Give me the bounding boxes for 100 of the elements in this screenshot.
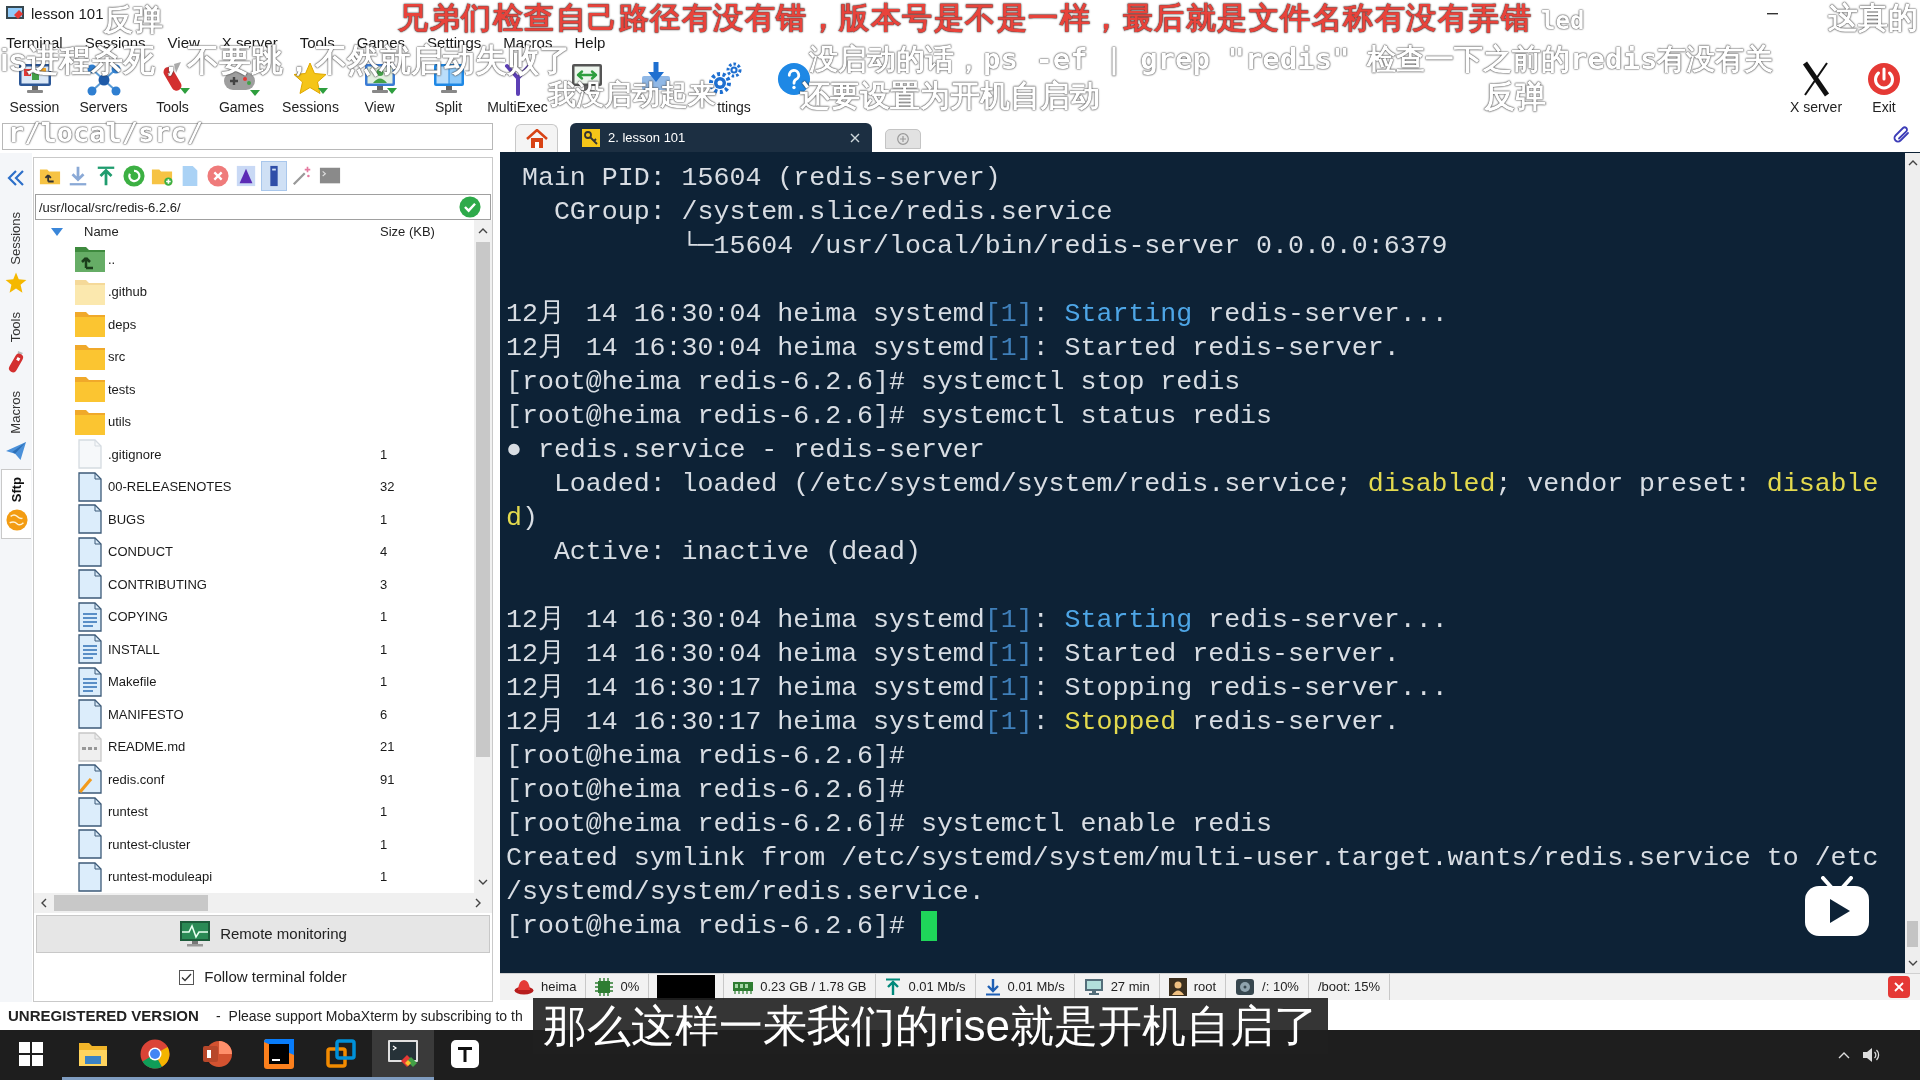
user-icon: [1168, 978, 1187, 996]
file-name[interactable]: COPYING: [108, 607, 168, 627]
column-header[interactable]: Size (KB): [380, 221, 435, 242]
danmaku-comment: 我没启动起来: [548, 79, 716, 110]
toolbar-label[interactable]: ttings: [717, 99, 751, 116]
double-chevron-icon[interactable]: [6, 168, 26, 188]
toolbar-label[interactable]: Tools: [156, 99, 189, 116]
redacted-block: [657, 974, 716, 1000]
toolbar-label[interactable]: MultiExec: [487, 99, 548, 116]
key-icon: [582, 128, 600, 147]
side-tab[interactable]: Tools: [1, 303, 31, 383]
chevron-down-icon[interactable]: [1907, 960, 1918, 966]
scroll-thumb[interactable]: [476, 242, 490, 757]
terminal-line: Created symlink from /etc/systemd/system/multi-user.target.wants/redis.service to /etc: [506, 842, 1879, 875]
file-name[interactable]: utils: [108, 412, 132, 432]
file-name[interactable]: INSTALL: [108, 639, 160, 659]
file-name[interactable]: redis.conf: [108, 769, 165, 789]
scroll-thumb[interactable]: [54, 895, 208, 911]
danmaku-comment: 没启动的话，ps -ef | grep "redis" 检查一下之前的redis有没有关: [809, 43, 1774, 77]
file-name[interactable]: runtest-moduleapi: [108, 867, 213, 887]
tv-play-icon: [1803, 876, 1871, 938]
folder-up-icon: [74, 244, 106, 275]
file-name[interactable]: Makefile: [108, 672, 157, 692]
folder-icon: [74, 374, 106, 405]
toolbar-label[interactable]: Exit: [1872, 99, 1896, 116]
support-message: Please support MobaXterm by subscribing to th: [228, 1006, 523, 1026]
side-tab[interactable]: Sessions: [1, 203, 31, 303]
close-button[interactable]: [1888, 976, 1910, 998]
chevron-left-icon[interactable]: [41, 898, 47, 908]
file-size: 4: [380, 543, 388, 561]
file-size: 1: [380, 673, 388, 691]
separator-text: -: [215, 1006, 221, 1026]
toolbar-label[interactable]: Servers: [79, 99, 128, 116]
file-name[interactable]: ..: [108, 249, 116, 269]
session-tab[interactable]: 2. lesson 101: [570, 123, 872, 152]
remote-monitoring-button[interactable]: Remote monitoring: [36, 915, 490, 953]
status-text: 0.23 GB / 1.78 GB: [760, 978, 867, 997]
check-icon: [459, 196, 481, 218]
toolbar-label[interactable]: Games: [218, 99, 265, 116]
wand-icon: [291, 165, 313, 187]
status-text: 0.01 Mb/s: [1007, 978, 1065, 997]
volume-icon[interactable]: [1862, 1047, 1880, 1063]
home-tab[interactable]: [515, 124, 558, 152]
file-size: 1: [380, 640, 388, 659]
terminal-line: /systemd/system/redis.service.: [506, 876, 985, 909]
column-header[interactable]: Name: [84, 221, 119, 242]
chevron-up-icon[interactable]: [1907, 160, 1918, 166]
globe-icon: [5, 509, 28, 532]
file-name[interactable]: CONTRIBUTING: [108, 574, 207, 594]
file-name[interactable]: BUGS: [108, 509, 145, 529]
menu-item[interactable]: Help: [574, 35, 606, 50]
taskbar-button[interactable]: [372, 1030, 434, 1080]
file-size: 1: [380, 445, 388, 464]
file-name[interactable]: runtest: [108, 802, 148, 822]
side-tab[interactable]: Sftp: [1, 469, 31, 539]
file-name[interactable]: runtest-cluster: [108, 834, 191, 854]
file-name[interactable]: 00-RELEASENOTES: [108, 477, 232, 497]
terminal-line: [root@heima redis-6.2.6]# systemctl enable redis: [506, 808, 1273, 841]
toolbar-label[interactable]: Session: [9, 99, 60, 116]
file-name[interactable]: .github: [108, 282, 148, 302]
delete-icon: [207, 165, 229, 187]
download-icon: [67, 165, 89, 187]
file-name[interactable]: CONDUCT: [108, 542, 173, 562]
file-name[interactable]: README.md: [108, 737, 186, 757]
sort-caret-icon[interactable]: [51, 227, 63, 236]
checkbox-label[interactable]: Follow terminal folder: [204, 965, 347, 989]
chevron-right-icon[interactable]: [475, 898, 481, 908]
terminal-line: [root@heima redis-6.2.6]#: [506, 740, 905, 773]
power-icon[interactable]: [1866, 61, 1902, 97]
file-name[interactable]: MANIFESTO: [108, 704, 184, 724]
file-name[interactable]: tests: [108, 379, 136, 399]
path-field[interactable]: /usr/local/src/redis-6.2.6/: [35, 194, 491, 220]
scroll-thumb[interactable]: [1907, 921, 1918, 947]
toolbar-label[interactable]: X server: [1789, 99, 1843, 116]
danmaku-comment: 反弹: [103, 3, 163, 37]
paper-plane-icon: [5, 440, 27, 461]
file-size: 1: [380, 510, 388, 529]
scrollbar[interactable]: [34, 893, 492, 913]
toolbar-label[interactable]: Split: [434, 99, 463, 116]
checkbox[interactable]: [179, 969, 195, 985]
toolbar-button[interactable]: [261, 161, 287, 191]
toolbar-label[interactable]: Sessions: [282, 99, 339, 116]
terminal-line: Active: inactive (dead): [552, 536, 921, 569]
scrollbar[interactable]: [1905, 153, 1920, 973]
text-cursor: [921, 911, 937, 941]
toolbar-label[interactable]: View: [364, 99, 395, 116]
file-name[interactable]: .gitignore: [108, 444, 162, 464]
scrollbar[interactable]: [474, 220, 492, 893]
upload-icon: [885, 978, 902, 996]
close-icon[interactable]: [850, 132, 860, 143]
side-tab[interactable]: Macros: [1, 383, 31, 469]
folder-icon: [78, 1040, 108, 1067]
file-name[interactable]: src: [108, 347, 126, 367]
terminal-line: Loaded: loaded (/etc/systemd/system/redis.service; disabled; vendor preset: disable: [552, 468, 1879, 501]
terminal-line: 12月 14 16:30:04 heima systemd[1]: Starting redis-server...: [506, 298, 1448, 331]
ide-icon: [264, 1038, 294, 1069]
chevron-down-icon[interactable]: [478, 879, 488, 885]
chevron-up-icon[interactable]: [478, 228, 488, 234]
file-name[interactable]: deps: [108, 314, 137, 334]
terminal-line: [root@heima redis-6.2.6]#: [506, 774, 905, 807]
